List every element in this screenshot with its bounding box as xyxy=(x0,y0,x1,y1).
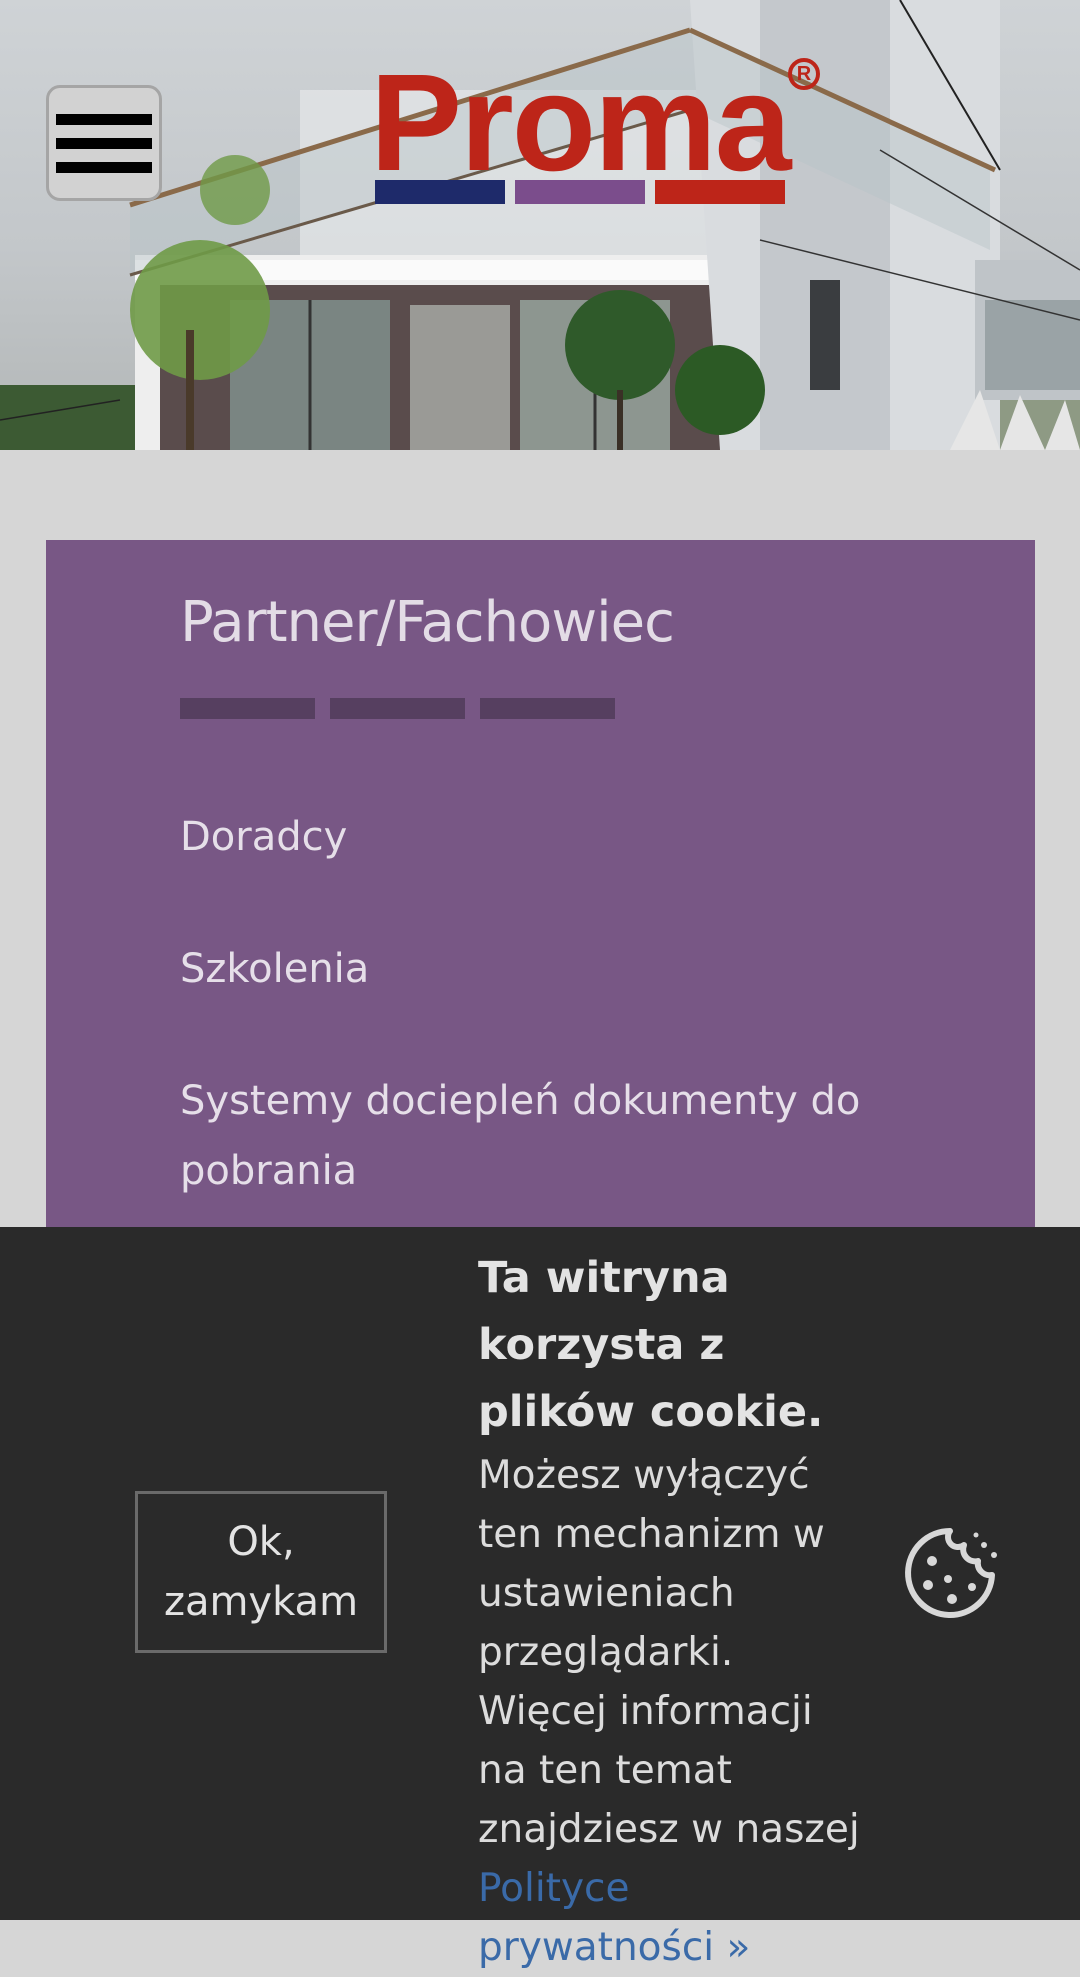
underline-bar xyxy=(480,698,615,719)
partner-menu-panel: Partner/Fachowiec Doradcy Szkolenia Syst… xyxy=(46,540,1035,1240)
cookie-body: Możesz wyłączyć ten mechanizm w ustawien… xyxy=(478,1446,868,1977)
cookie-accept-button[interactable]: Ok, zamykam xyxy=(135,1491,387,1653)
underline-bar xyxy=(180,698,315,719)
link-systemy-docieplen-dokumenty[interactable]: Systemy dociepleń dokumenty do pobrania xyxy=(180,1066,900,1206)
privacy-policy-link[interactable]: Polityce prywatności » xyxy=(478,1866,750,1970)
hero-banner: Proma R xyxy=(0,0,1080,450)
title-underline-bars xyxy=(180,698,615,719)
panel-title: Partner/Fachowiec xyxy=(180,590,675,655)
cookie-title: Ta witryna korzysta z plików cookie. xyxy=(478,1253,824,1437)
cookie-consent-bar: Ok, zamykam Ta witryna korzysta z plików… xyxy=(0,1227,1080,1970)
hamburger-line xyxy=(56,161,152,173)
cookie-body-text: Możesz wyłączyć ten mechanizm w ustawien… xyxy=(478,1453,860,1852)
logo-bar-navy xyxy=(375,180,505,204)
logo-color-bars xyxy=(375,180,785,204)
underline-bar xyxy=(330,698,465,719)
logo-text: Proma xyxy=(370,46,791,200)
link-szkolenia[interactable]: Szkolenia xyxy=(180,934,900,1004)
cookie-message: Ta witryna korzysta z plików cookie. Moż… xyxy=(478,1245,868,1977)
hamburger-menu-button[interactable] xyxy=(46,85,162,201)
registered-mark: R xyxy=(788,58,820,90)
logo-bar-purple xyxy=(515,180,645,204)
hamburger-line xyxy=(56,137,152,149)
cookie-icon[interactable] xyxy=(900,1523,1000,1623)
proma-logo[interactable]: Proma R xyxy=(370,46,830,208)
logo-bar-red xyxy=(655,180,785,204)
panel-links: Doradcy Szkolenia Systemy dociepleń doku… xyxy=(180,802,900,1206)
hamburger-menu-icon xyxy=(56,113,152,125)
link-doradcy[interactable]: Doradcy xyxy=(180,802,900,872)
